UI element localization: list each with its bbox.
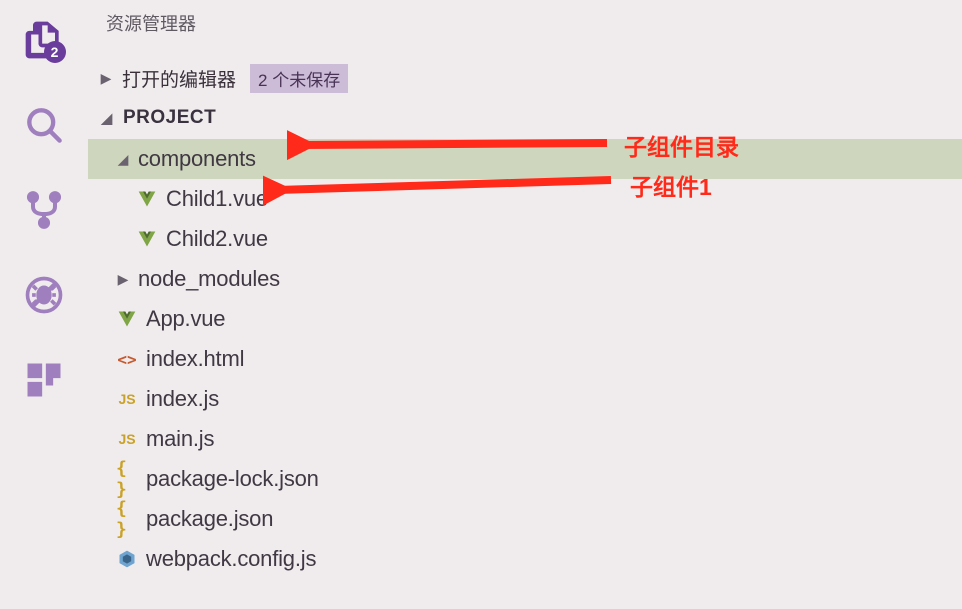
json-icon: { } — [116, 508, 138, 530]
open-editors-section[interactable]: ▶ 打开的编辑器 2 个未保存 — [88, 58, 962, 99]
vue-icon — [136, 228, 158, 250]
file-index-html[interactable]: ▶ <> index.html — [88, 339, 962, 379]
activity-bar: 2 — [0, 0, 88, 609]
vue-icon — [136, 188, 158, 210]
chevron-down-icon: ◢ — [116, 151, 130, 168]
file-app-vue[interactable]: ▶ App.vue — [88, 299, 962, 339]
project-name-label: PROJECT — [123, 107, 216, 129]
file-tree: ◢ components Child1.vue Child2.vue ▶ nod… — [88, 139, 962, 579]
activity-extensions[interactable] — [17, 352, 72, 407]
chevron-right-icon: ▶ — [116, 271, 130, 288]
activity-search[interactable] — [17, 97, 72, 152]
folder-label: node_modules — [138, 266, 280, 292]
file-webpack-config[interactable]: ▶ webpack.config.js — [88, 539, 962, 579]
folder-components[interactable]: ◢ components — [88, 139, 962, 179]
file-label: App.vue — [146, 306, 225, 332]
branch-icon — [22, 188, 66, 232]
js-icon: JS — [116, 428, 138, 450]
activity-scm[interactable] — [17, 182, 72, 237]
vue-icon — [116, 308, 138, 330]
file-package-json[interactable]: ▶ { } package.json — [88, 499, 962, 539]
file-label: webpack.config.js — [146, 546, 316, 572]
js-icon: JS — [116, 388, 138, 410]
file-label: main.js — [146, 426, 214, 452]
file-main-js[interactable]: ▶ JS main.js — [88, 419, 962, 459]
folder-label: components — [138, 146, 256, 172]
chevron-down-icon: ◢ — [100, 110, 114, 127]
search-icon — [22, 103, 66, 147]
project-root[interactable]: ◢ PROJECT — [88, 99, 962, 137]
explorer-panel: 资源管理器 ▶ 打开的编辑器 2 个未保存 ◢ PROJECT ◢ compon… — [88, 0, 962, 609]
file-label: Child2.vue — [166, 226, 268, 252]
extensions-icon — [22, 358, 66, 402]
file-package-lock[interactable]: ▶ { } package-lock.json — [88, 459, 962, 499]
file-child1[interactable]: Child1.vue — [88, 179, 962, 219]
no-bug-icon — [22, 273, 66, 317]
chevron-right-icon: ▶ — [98, 70, 114, 87]
panel-title: 资源管理器 — [88, 0, 962, 58]
file-child2[interactable]: Child2.vue — [88, 219, 962, 259]
file-label: package-lock.json — [146, 466, 319, 492]
json-icon: { } — [116, 468, 138, 490]
webpack-icon — [116, 548, 138, 570]
file-label: index.js — [146, 386, 219, 412]
file-label: package.json — [146, 506, 273, 532]
open-editors-label: 打开的编辑器 — [122, 65, 236, 92]
activity-debug[interactable] — [17, 267, 72, 322]
folder-node-modules[interactable]: ▶ node_modules — [88, 259, 962, 299]
html-icon: <> — [116, 348, 138, 370]
activity-explorer[interactable]: 2 — [17, 12, 72, 67]
file-label: index.html — [146, 346, 244, 372]
explorer-badge: 2 — [44, 41, 66, 63]
file-label: Child1.vue — [166, 186, 268, 212]
file-index-js[interactable]: ▶ JS index.js — [88, 379, 962, 419]
unsaved-badge: 2 个未保存 — [250, 64, 348, 93]
